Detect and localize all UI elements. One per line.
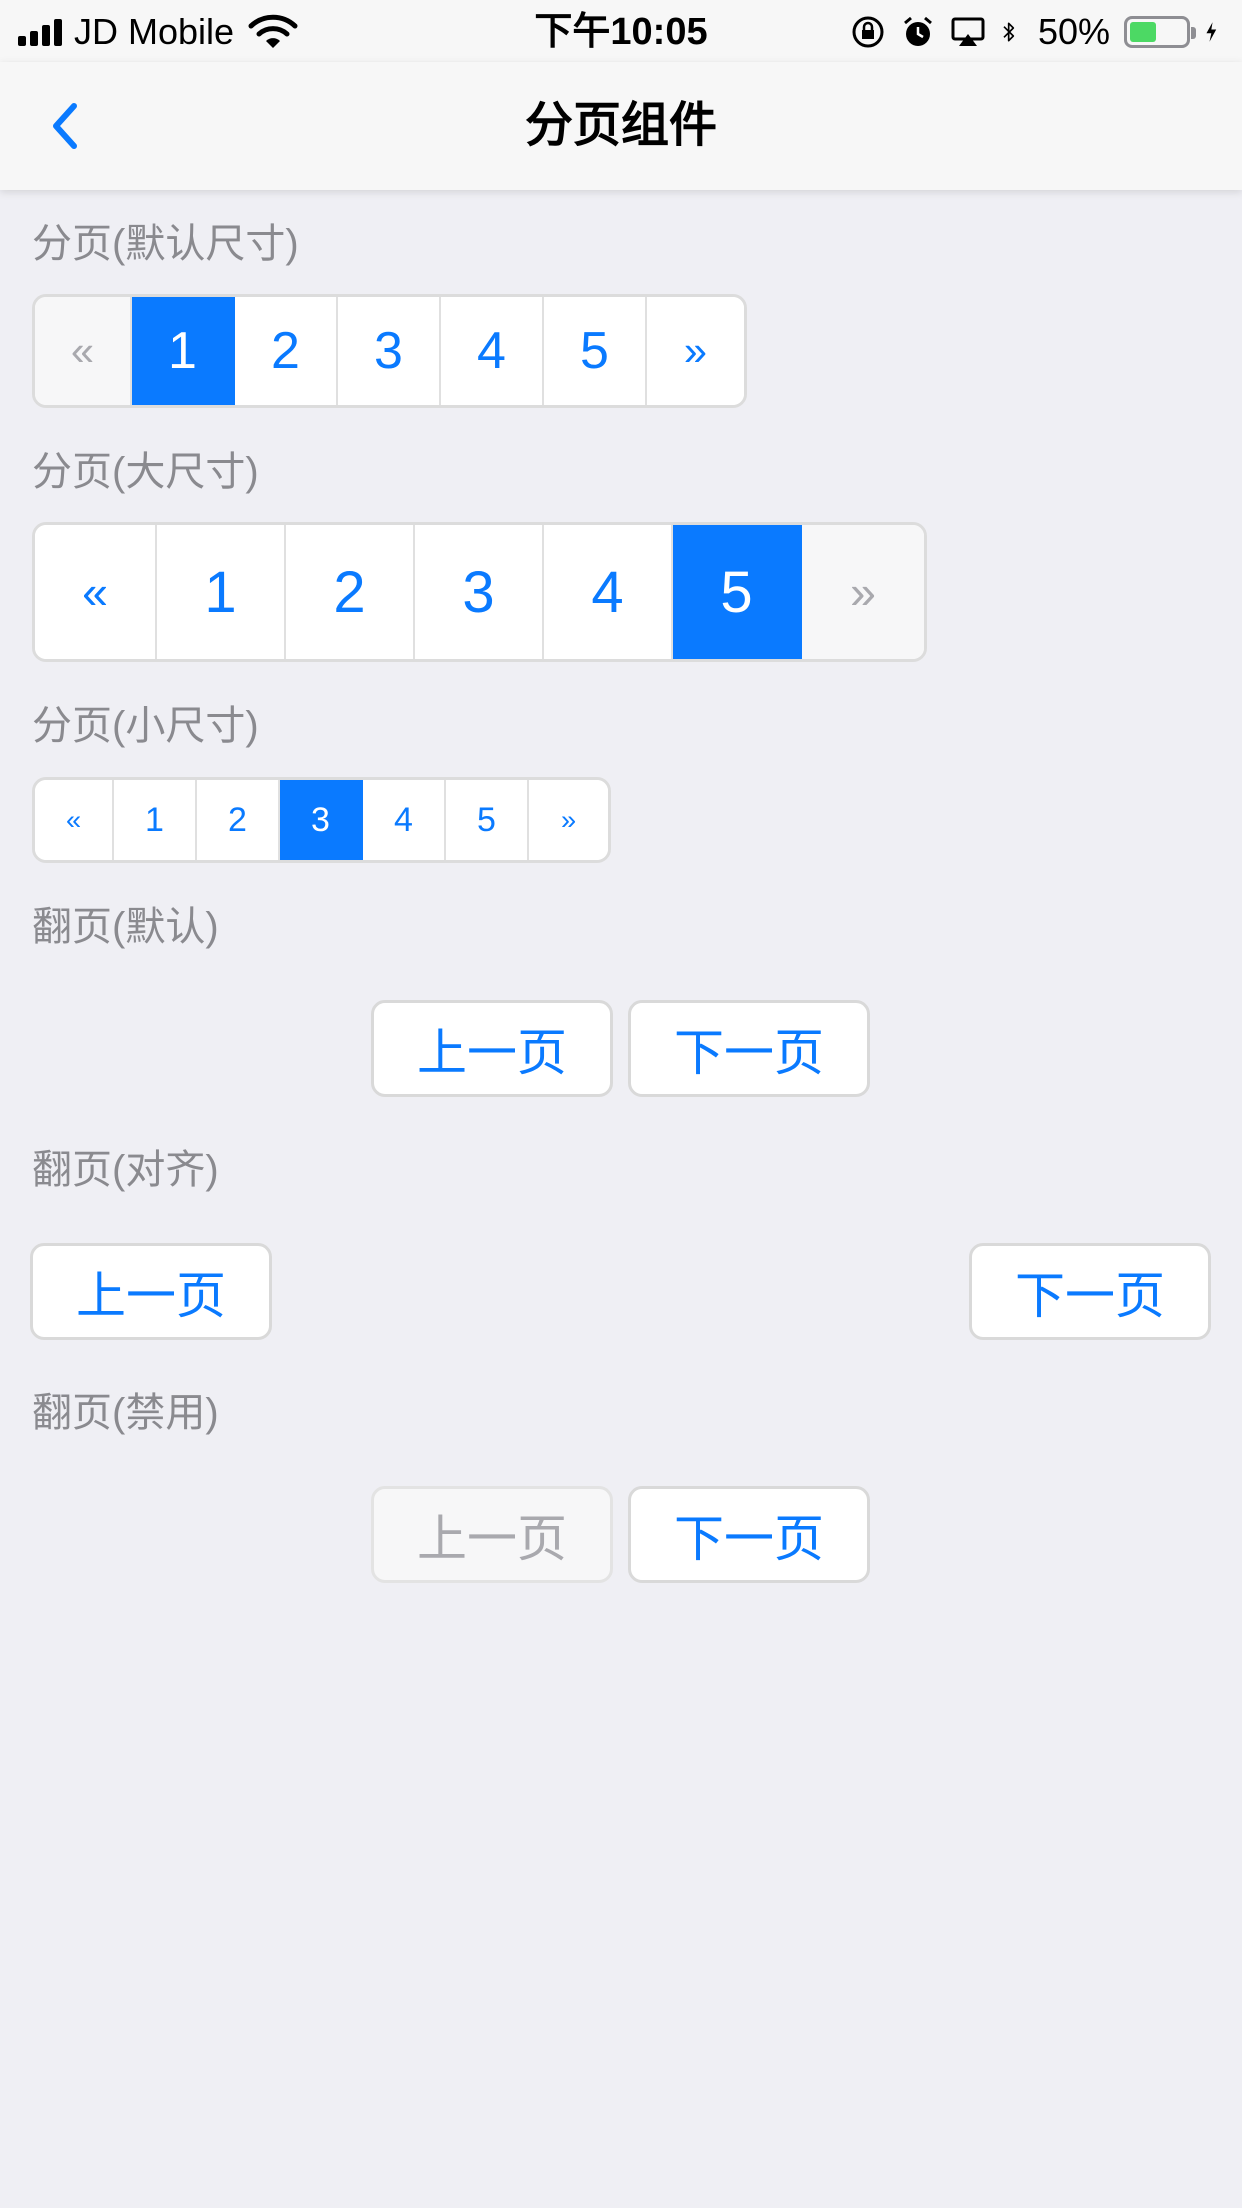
pagination-next-button[interactable]: » — [647, 297, 744, 405]
section-title-flip-default: 翻页(默认) — [32, 905, 219, 949]
pagination-default: « 1 2 3 4 5 » — [32, 294, 747, 408]
section-title-flip-disabled: 翻页(禁用) — [32, 1391, 219, 1435]
pagination-next-button[interactable]: » — [802, 525, 924, 659]
pagination-prev-button[interactable]: « — [35, 297, 132, 405]
pagination-prev-button[interactable]: « — [35, 525, 157, 659]
section-title-default-size: 分页(默认尺寸) — [32, 222, 299, 266]
prev-page-button-disabled: 上一页 — [371, 1486, 613, 1583]
navigation-bar: 分页组件 — [0, 62, 1242, 190]
section-title-flip-justify: 翻页(对齐) — [32, 1148, 219, 1192]
next-page-button[interactable]: 下一页 — [969, 1243, 1211, 1340]
pagination-page-4[interactable]: 4 — [441, 297, 544, 405]
prev-page-button[interactable]: 上一页 — [30, 1243, 272, 1340]
pagination-page-2[interactable]: 2 — [286, 525, 415, 659]
pagination-page-4[interactable]: 4 — [363, 780, 446, 860]
section-title-large-size: 分页(大尺寸) — [32, 450, 259, 494]
pagination-page-1[interactable]: 1 — [132, 297, 235, 405]
pagination-page-2[interactable]: 2 — [235, 297, 338, 405]
pagination-page-3[interactable]: 3 — [280, 780, 363, 860]
status-right: 50% — [850, 10, 1226, 54]
airplay-icon — [951, 17, 985, 46]
pagination-page-3[interactable]: 3 — [415, 525, 544, 659]
chevron-left-icon[interactable] — [44, 98, 88, 154]
bluetooth-icon — [1003, 22, 1015, 42]
pagination-page-1[interactable]: 1 — [114, 780, 197, 860]
next-page-button[interactable]: 下一页 — [628, 1486, 870, 1583]
battery-percent: 50% — [1037, 11, 1110, 52]
pagination-page-1[interactable]: 1 — [157, 525, 286, 659]
pagination-large: « 1 2 3 4 5 » — [32, 522, 927, 662]
battery-icon — [1124, 16, 1196, 48]
pagination-page-3[interactable]: 3 — [338, 297, 441, 405]
section-title-small-size: 分页(小尺寸) — [32, 704, 259, 748]
pagination-page-4[interactable]: 4 — [544, 525, 673, 659]
next-page-button[interactable]: 下一页 — [628, 1000, 870, 1097]
alarm-icon — [903, 16, 932, 46]
status-bar: JD Mobile 下午10:05 50% — [0, 0, 1242, 62]
pagination-page-5[interactable]: 5 — [446, 780, 529, 860]
pagination-next-button[interactable]: » — [529, 780, 608, 860]
pagination-small: « 1 2 3 4 5 » — [32, 777, 611, 863]
pagination-page-5[interactable]: 5 — [544, 297, 647, 405]
pagination-page-2[interactable]: 2 — [197, 780, 280, 860]
rotation-lock-icon — [852, 16, 884, 48]
page-title: 分页组件 — [524, 99, 717, 152]
prev-page-button[interactable]: 上一页 — [371, 1000, 613, 1097]
pagination-prev-button[interactable]: « — [35, 780, 114, 860]
pagination-page-5[interactable]: 5 — [673, 525, 802, 659]
charging-icon — [1206, 22, 1217, 42]
